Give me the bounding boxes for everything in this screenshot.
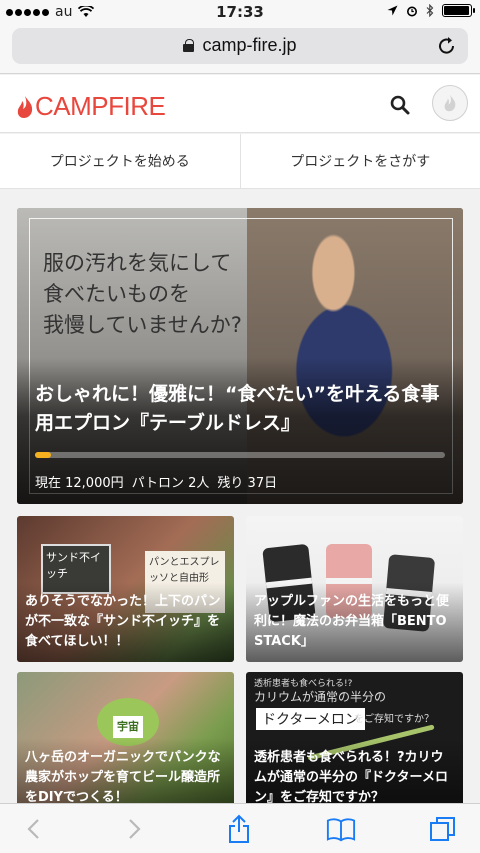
site-header: CAMPFIRE — [0, 75, 480, 133]
hero-tagline-line: 服の汚れを気にして — [43, 251, 232, 275]
hero-tagline-line: 我慢していませんか? — [43, 313, 242, 337]
search-icon[interactable] — [388, 93, 412, 117]
alarm-icon — [407, 6, 417, 16]
amount-raised: 現在 12,000円 — [35, 476, 124, 491]
lock-icon — [183, 39, 195, 52]
start-project-link[interactable]: プロジェクトを始める — [0, 134, 240, 188]
location-icon — [387, 5, 398, 16]
card-title: ありそうでなかった！上下のパンが不一致な『サンド不イッチ』を食べてほしい！！ — [25, 594, 221, 649]
project-card[interactable]: 宇宙 八ヶ岳のオーガニックでパンクな農家がホップを育てビール醸造所をDIYでつく… — [17, 672, 234, 818]
hero-title: おしゃれに！優雅に！“食べたい”を叶える食事用エプロン『テーブルドレス』 — [35, 383, 440, 434]
project-card[interactable]: 透析患者も食べられる!? カリウムが通常の半分の ドクターメロン をご存知ですか… — [246, 672, 463, 818]
logo-text: CAMPFIRE — [35, 91, 166, 121]
card-image-sign: 宇宙 — [113, 716, 143, 738]
find-project-link[interactable]: プロジェクトをさがす — [239, 134, 480, 188]
share-icon[interactable] — [224, 814, 254, 844]
forward-icon[interactable] — [120, 814, 150, 844]
featured-project-card[interactable]: 服の汚れを気にして 食べたいものを 我慢していませんか? おしゃれに！優雅に！“… — [17, 208, 463, 504]
battery-icon — [442, 4, 475, 17]
funding-progress-bar — [35, 452, 445, 458]
flame-icon — [17, 95, 33, 118]
card-title: 透析患者も食べられる！?カリウムが通常の半分の『ドクターメロン』をご存知ですか？ — [254, 750, 448, 805]
url-text: camp-fire.jp — [202, 35, 297, 55]
card-image-text: ドクターメロン — [256, 708, 365, 730]
patron-count: パトロン 2人 — [131, 476, 210, 491]
days-remaining: 残り 37日 — [217, 476, 278, 491]
back-icon[interactable] — [18, 814, 48, 844]
campfire-logo[interactable]: CAMPFIRE — [16, 91, 166, 122]
hero-tagline-line: 食べたいものを — [43, 282, 190, 306]
hero-tagline: 服の汚れを気にして 食べたいものを 我慢していませんか? — [43, 248, 242, 341]
browser-address-area: camp-fire.jp — [0, 26, 480, 74]
avatar-flame-icon — [444, 94, 456, 112]
status-icons — [387, 4, 475, 17]
hero-stats: 現在 12,000円 パトロン 2人 残り 37日 — [35, 472, 277, 491]
card-title: アップルファンの生活をもっと便利に！魔法のお弁当箱「BENTO STACK」 — [254, 594, 450, 649]
browser-toolbar — [0, 803, 480, 853]
project-nav: プロジェクトを始める プロジェクトをさがす — [0, 134, 480, 189]
bluetooth-icon — [426, 4, 434, 17]
project-card[interactable]: サンド不イッチ パンとエスプレッソと自由形 ありそうでなかった！上下のパンが不一… — [17, 516, 234, 662]
avatar[interactable] — [432, 85, 468, 121]
reload-icon[interactable] — [436, 35, 458, 57]
address-bar[interactable]: camp-fire.jp — [12, 28, 468, 64]
card-image-text: カリウムが通常の半分の — [254, 690, 387, 704]
bookmarks-icon[interactable] — [326, 814, 356, 844]
card-image-text: をご存知ですか？ — [354, 714, 434, 725]
project-card[interactable]: アップルファンの生活をもっと便利に！魔法のお弁当箱「BENTO STACK」 — [246, 516, 463, 662]
tabs-icon[interactable] — [428, 814, 458, 844]
card-title: 八ヶ岳のオーガニックでパンクな農家がホップを育てビール醸造所をDIYでつくる！ — [25, 750, 221, 805]
status-bar: au 17:33 — [0, 0, 480, 26]
